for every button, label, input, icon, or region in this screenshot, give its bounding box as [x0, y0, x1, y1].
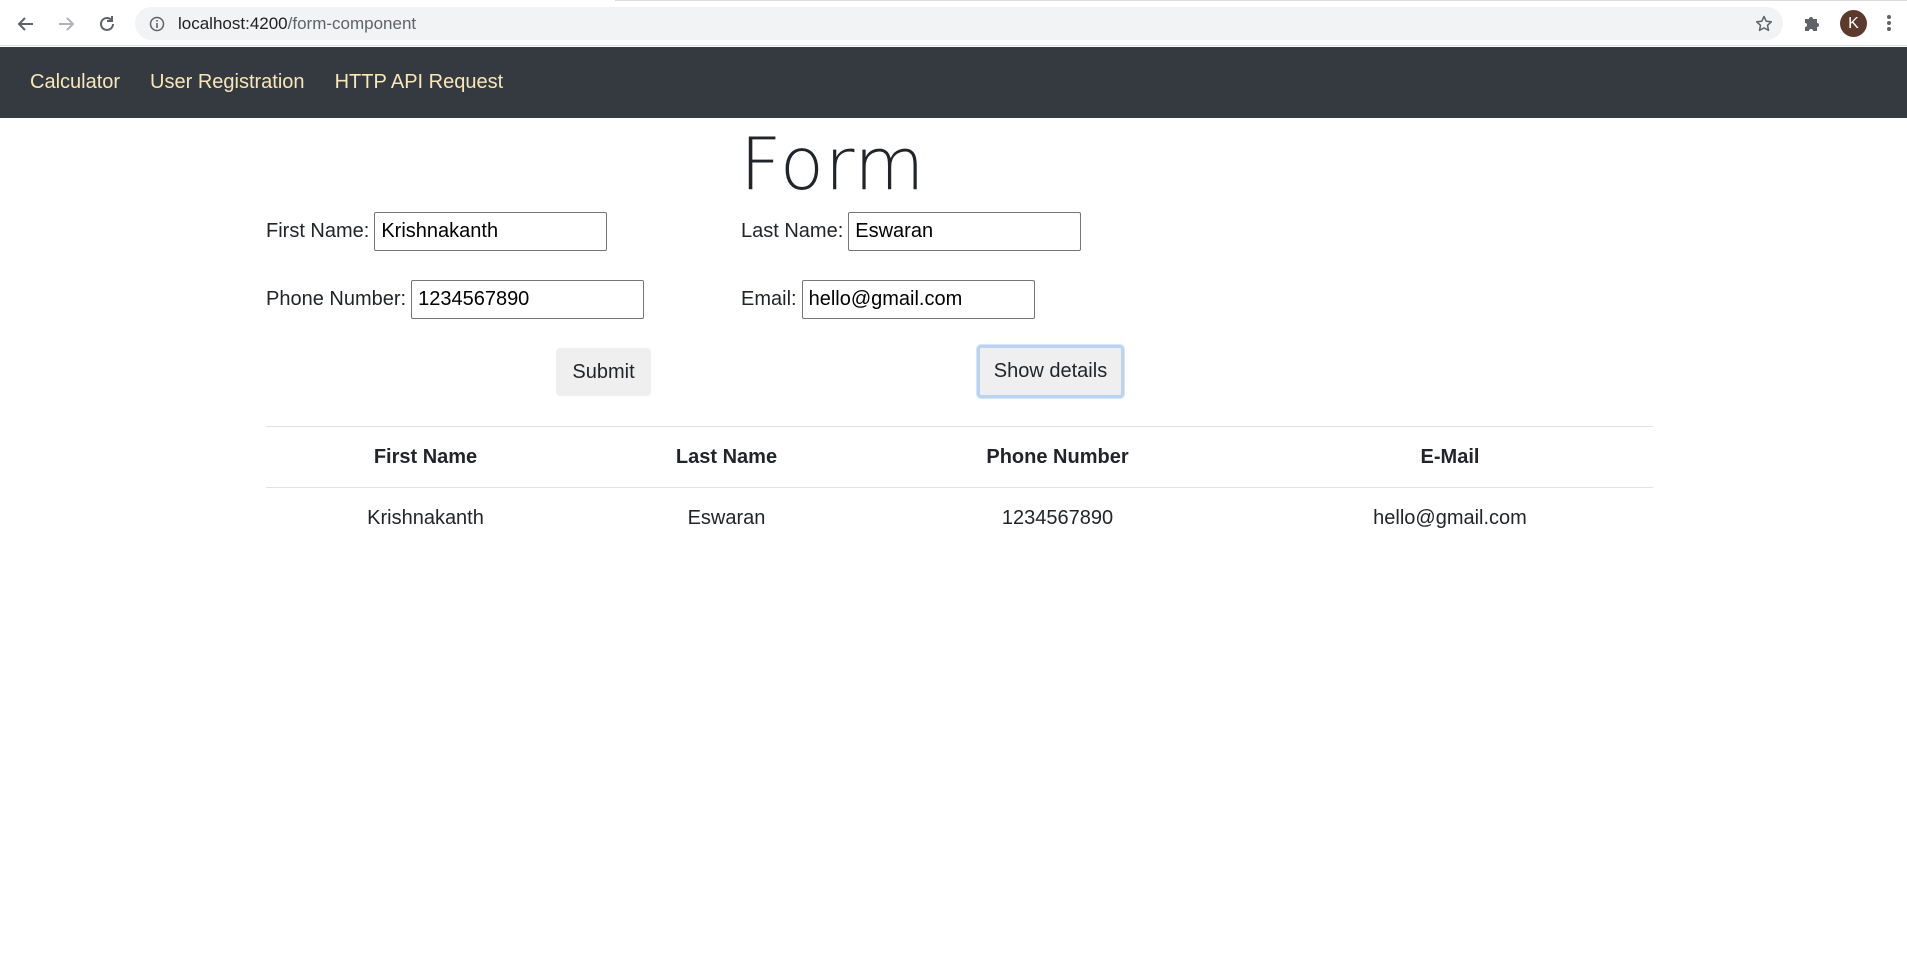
show-details-button[interactable]: Show details: [977, 345, 1124, 398]
phone-number-label: Phone Number:: [266, 288, 407, 310]
first-name-label: First Name:: [266, 220, 370, 242]
app-navbar: Calculator User Registration HTTP API Re…: [0, 47, 1907, 118]
column-header-phone-number: Phone Number: [868, 426, 1247, 488]
tab-strip-divider: [615, 0, 1907, 1]
bookmark-star-icon[interactable]: [1753, 13, 1775, 35]
cell-phone-number: 1234567890: [868, 487, 1247, 549]
address-bar[interactable]: localhost:4200/form-component: [135, 7, 1783, 40]
nav-link-calculator[interactable]: Calculator: [30, 71, 120, 94]
phone-number-field: Phone Number:: [266, 280, 645, 319]
nav-link-user-registration[interactable]: User Registration: [150, 71, 305, 94]
first-name-input[interactable]: [374, 212, 608, 251]
reload-icon: [100, 16, 114, 31]
cell-first-name: Krishnakanth: [266, 487, 585, 549]
last-name-label: Last Name:: [741, 220, 844, 242]
back-button[interactable]: [11, 9, 41, 39]
first-name-field: First Name:: [266, 212, 608, 251]
arrow-left-icon: [17, 17, 33, 31]
url-path: /form-component: [287, 13, 417, 33]
info-icon[interactable]: [149, 16, 165, 32]
column-header-first-name: First Name: [266, 426, 585, 488]
email-field: Email:: [741, 280, 1035, 319]
kebab-menu-icon[interactable]: [1882, 12, 1896, 34]
submit-button[interactable]: Submit: [556, 348, 651, 396]
page-title: Form: [740, 122, 926, 206]
profile-avatar[interactable]: K: [1840, 10, 1867, 37]
email-label: Email:: [741, 288, 797, 310]
table-row: Krishnakanth Eswaran 1234567890 hello@gm…: [266, 487, 1653, 549]
table-header-row: First Name Last Name Phone Number E-Mail: [266, 426, 1653, 488]
browser-toolbar: localhost:4200/form-component K: [0, 0, 1907, 46]
phone-number-input[interactable]: [411, 280, 645, 319]
url-host: localhost:4200: [178, 13, 288, 33]
details-table: First Name Last Name Phone Number E-Mail…: [266, 426, 1653, 549]
last-name-field: Last Name:: [741, 212, 1082, 251]
url-text: localhost:4200/form-component: [178, 14, 416, 34]
column-header-email: E-Mail: [1247, 426, 1653, 488]
extensions-puzzle-icon[interactable]: [1800, 11, 1824, 35]
reload-button[interactable]: [92, 9, 122, 39]
cell-last-name: Eswaran: [585, 487, 868, 549]
nav-link-http-api-request[interactable]: HTTP API Request: [335, 71, 504, 94]
arrow-right-icon: [59, 17, 75, 31]
cell-email: hello@gmail.com: [1247, 487, 1653, 549]
forward-button[interactable]: [51, 9, 81, 39]
email-input[interactable]: [801, 280, 1035, 319]
column-header-last-name: Last Name: [585, 426, 868, 488]
last-name-input[interactable]: [848, 212, 1082, 251]
